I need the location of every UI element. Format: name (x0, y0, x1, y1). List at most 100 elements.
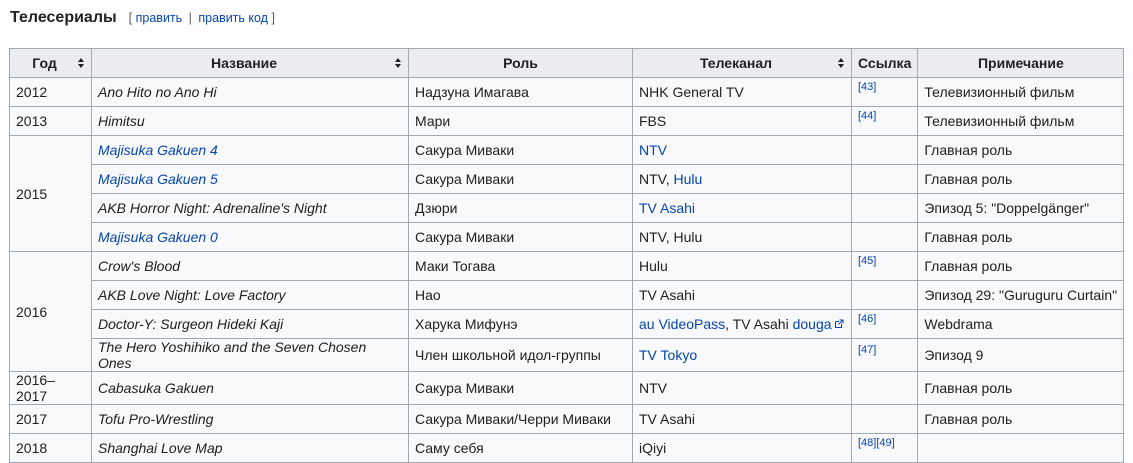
citation-link[interactable]: [49] (876, 437, 894, 449)
edit-code-link[interactable]: править код (198, 11, 268, 25)
header-title[interactable]: Название (91, 48, 409, 78)
title-link[interactable]: Majisuka Gakuen 5 (98, 171, 218, 187)
note-cell: Эпизод 9 (917, 338, 1125, 372)
note-cell: Главная роль (917, 251, 1125, 281)
table-row: 2015 Majisuka Gakuen 4 Сакура Миваки NTV… (9, 135, 1125, 252)
edit-section-links: [ править | править код ] (129, 11, 275, 25)
channel-text: , TV Asahi (725, 316, 789, 332)
ref-cell (850, 193, 919, 223)
channel-link[interactable]: NTV (639, 142, 667, 158)
note-cell: Эпизод 29: "Guruguru Curtain" (917, 280, 1125, 310)
year-cell: 2016–2017 (9, 371, 92, 405)
citation-link[interactable]: [43] (858, 81, 876, 93)
edit-bracket-close: ] (271, 11, 275, 25)
header-title-label: Название (210, 55, 278, 71)
role-cell: Надзуна Имагава (408, 77, 633, 107)
table-header-row: Год Название Роль Телеканал Ссылка Приме… (9, 48, 1125, 78)
title-cell: Ano Hito no Ano Hi (91, 77, 409, 107)
channel-link[interactable]: TV Asahi (639, 200, 695, 216)
ref-cell (850, 222, 919, 252)
year-cell: 2017 (9, 404, 92, 434)
note-cell: Главная роль (917, 164, 1125, 194)
section-heading: Телесериалы [ править | править код ] (10, 9, 275, 33)
citation-link[interactable]: [45] (858, 255, 876, 267)
ref-cell (850, 404, 919, 434)
role-cell: Сакура Миваки (408, 164, 633, 194)
header-role-label: Роль (503, 55, 538, 71)
ref-cell (850, 135, 919, 165)
title-link[interactable]: Majisuka Gakuen 4 (98, 142, 218, 158)
citation-link[interactable]: [48] (858, 437, 876, 449)
header-note-label: Примечание (977, 55, 1064, 71)
title-cell: Shanghai Love Map (91, 433, 409, 463)
ref-cell (850, 371, 919, 405)
role-cell: Саму себя (408, 433, 633, 463)
header-year[interactable]: Год (9, 48, 92, 78)
external-channel-link[interactable]: douga (793, 316, 832, 332)
channel-link[interactable]: au VideoPass (639, 316, 725, 332)
edit-link[interactable]: править (136, 11, 183, 25)
channel-cell: TV Asahi (632, 193, 852, 223)
ref-cell: [43] (850, 77, 919, 107)
table-row: AKB Horror Night: Adrenaline's Night Дзю… (10, 193, 1125, 223)
citation-link[interactable]: [47] (858, 344, 876, 356)
external-link-icon[interactable] (834, 319, 844, 329)
table-row: 2018 Shanghai Love Map Саму себя iQiyi [… (9, 433, 1125, 463)
note-cell: Эпизод 5: "Doppelgänger" (917, 193, 1125, 223)
channel-cell: Hulu (632, 251, 852, 281)
title-cell: Tofu Pro-Wrestling (91, 404, 409, 434)
year-cell: 2018 (9, 433, 92, 463)
role-cell: Нао (408, 280, 633, 310)
ref-cell (850, 164, 919, 194)
table-row: Majisuka Gakuen 0 Сакура Миваки NTV, Hul… (10, 222, 1125, 252)
sort-icon[interactable] (78, 58, 85, 69)
channel-cell: TV Tokyo (632, 338, 852, 372)
channel-cell: TV Asahi (632, 404, 852, 434)
table-row: The Hero Yoshihiko and the Seven Chosen … (10, 338, 1125, 372)
edit-bracket-open: [ (128, 11, 133, 25)
header-ref: Ссылка (850, 48, 919, 78)
sort-icon[interactable] (395, 58, 402, 69)
ref-cell: [46] (850, 309, 919, 339)
ref-cell: [48][49] (850, 433, 919, 463)
year-cell: 2012 (9, 77, 92, 107)
note-cell: Главная роль (917, 404, 1125, 434)
role-cell: Дзюри (408, 193, 633, 223)
ref-cell: [45] (850, 251, 919, 281)
citation-link[interactable]: [44] (858, 110, 876, 122)
note-cell: Webdrama (917, 309, 1125, 339)
channel-cell: iQiyi (632, 433, 852, 463)
year-cell: 2016 (9, 251, 92, 372)
title-cell: Cabasuka Gakuen (91, 371, 409, 405)
channel-link[interactable]: Hulu (674, 171, 703, 187)
sort-icon[interactable] (838, 58, 845, 69)
role-cell: Член школьной идол-группы (408, 338, 633, 372)
table-row: 2012 Ano Hito no Ano Hi Надзуна Имагава … (9, 77, 1125, 107)
note-cell: Телевизионный фильм (917, 77, 1125, 107)
note-cell: Главная роль (917, 135, 1125, 165)
edit-separator: | (188, 11, 192, 25)
citation-link[interactable]: [46] (858, 313, 876, 325)
title-link[interactable]: Majisuka Gakuen 0 (98, 229, 218, 245)
year-cell: 2015 (9, 135, 92, 252)
tv-series-table: Год Название Роль Телеканал Ссылка Приме… (9, 48, 1125, 463)
header-channel[interactable]: Телеканал (632, 48, 852, 78)
title-cell: AKB Horror Night: Adrenaline's Night (91, 193, 409, 223)
header-year-label: Год (32, 55, 57, 71)
table-row: 2017 Tofu Pro-Wrestling Сакура Миваки/Че… (9, 404, 1125, 434)
note-cell: Главная роль (917, 222, 1125, 252)
title-cell: Himitsu (91, 106, 409, 136)
role-cell: Сакура Миваки (408, 222, 633, 252)
channel-text: NTV, (639, 171, 670, 187)
role-cell: Харука Мифунэ (408, 309, 633, 339)
year-cell: 2013 (9, 106, 92, 136)
ref-cell: [44] (850, 106, 919, 136)
header-role: Роль (408, 48, 633, 78)
header-note: Примечание (917, 48, 1125, 78)
title-cell: Majisuka Gakuen 5 (91, 164, 409, 194)
table-row: 2016–2017 Cabasuka Gakuen Сакура Миваки … (9, 371, 1125, 405)
channel-link[interactable]: TV Tokyo (639, 347, 697, 363)
channel-cell: NTV, Hulu (632, 164, 852, 194)
title-cell: Majisuka Gakuen 4 (91, 135, 409, 165)
header-ref-label: Ссылка (858, 55, 912, 71)
